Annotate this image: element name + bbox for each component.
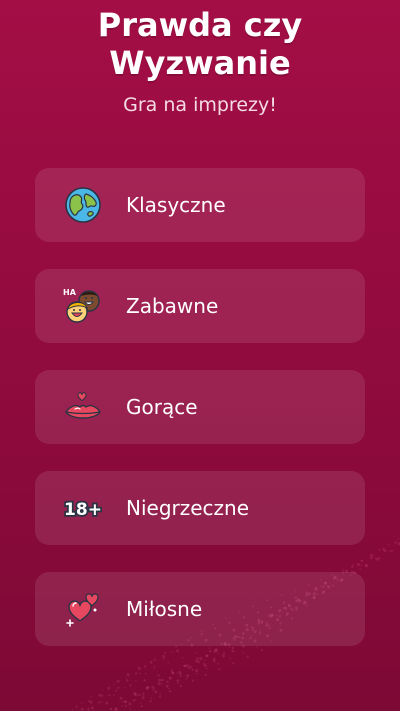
- laughing-faces-icon: HA: [63, 286, 103, 326]
- category-card-klasyczne[interactable]: Klasyczne: [35, 168, 365, 242]
- app-title-line-1: Prawda czy: [97, 6, 303, 44]
- category-label: Miłosne: [126, 597, 203, 621]
- ha-label: HA: [63, 288, 77, 297]
- app-screen: Prawda czy Wyzwanie Gra na imprezy! Klas…: [0, 0, 400, 711]
- category-label: Zabawne: [126, 294, 219, 318]
- app-title: Prawda czy Wyzwanie: [0, 6, 400, 82]
- category-card-niegrzeczne[interactable]: 18+ Niegrzeczne: [35, 471, 365, 545]
- app-title-line-2: Wyzwanie: [109, 44, 291, 82]
- adult-badge-text: 18+: [64, 500, 102, 520]
- globe-icon: [63, 185, 103, 225]
- category-label: Gorące: [126, 395, 198, 419]
- category-label: Klasyczne: [126, 193, 226, 217]
- adults-18-plus-icon: 18+: [63, 488, 103, 528]
- category-card-zabawne[interactable]: HA Zabawne: [35, 269, 365, 343]
- category-menu: Klasyczne HA Zabawne Gorące 18+ Niegrzec…: [35, 168, 365, 673]
- category-card-gorace[interactable]: Gorące: [35, 370, 365, 444]
- category-label: Niegrzeczne: [126, 496, 250, 520]
- kiss-lips-icon: [63, 387, 103, 427]
- app-subtitle: Gra na imprezy!: [123, 94, 277, 116]
- hearts-icon: [63, 589, 103, 629]
- category-card-milosne[interactable]: Miłosne: [35, 572, 365, 646]
